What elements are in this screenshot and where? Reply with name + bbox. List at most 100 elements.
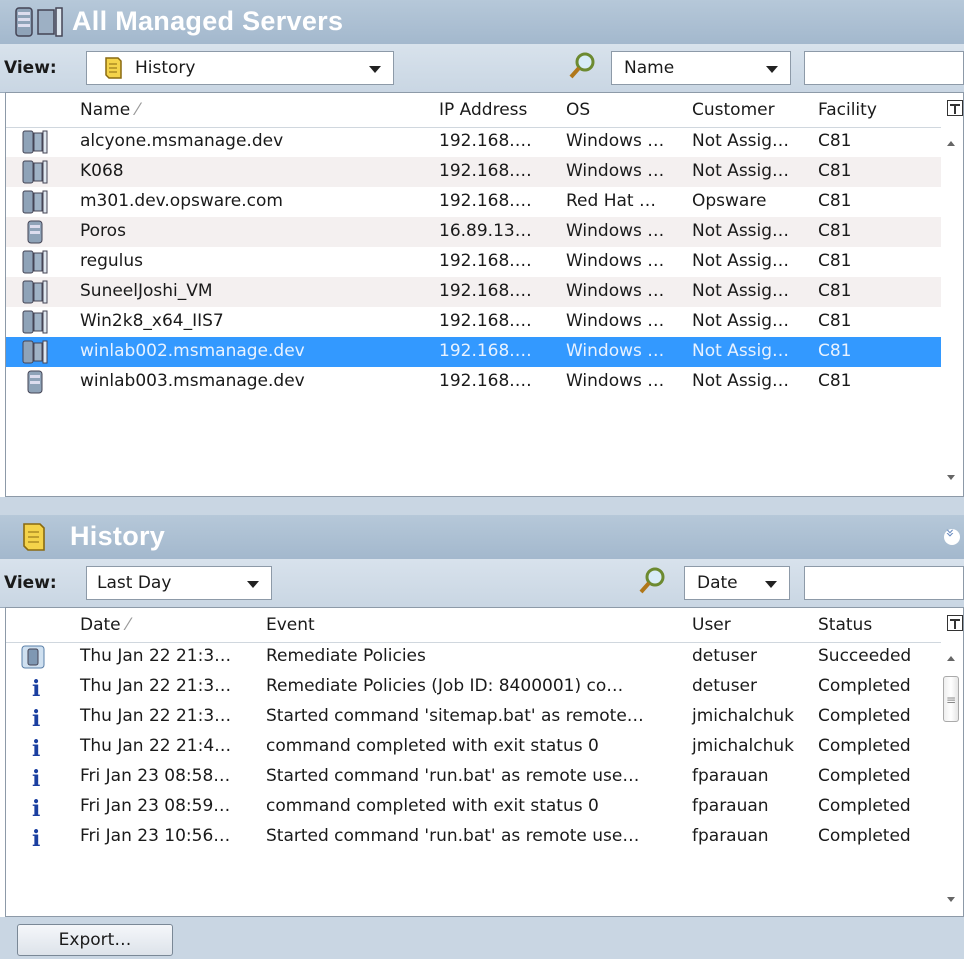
servers-view-bar: View: History Name <box>0 44 964 93</box>
server-stack-icon <box>22 310 48 334</box>
history-view-dropdown[interactable]: Last Day <box>86 566 272 600</box>
server-ip: 192.168.… <box>439 281 532 301</box>
server-name: alcyone.msmanage.dev <box>80 131 284 151</box>
server-customer: Not Assig… <box>692 371 790 391</box>
table-row[interactable]: Win2k8_x64_IIS7 192.168.… Windows … Not … <box>6 307 963 337</box>
servers-panel-title: All Managed Servers <box>72 6 344 36</box>
server-os: Windows … <box>566 281 665 301</box>
table-row[interactable]: Thu Jan 22 21:3… Remediate Policies detu… <box>6 642 963 672</box>
search-field-dropdown[interactable]: Name <box>611 51 791 85</box>
server-customer: Not Assig… <box>692 131 790 151</box>
server-single-icon <box>27 220 43 244</box>
history-user: detuser <box>692 676 757 696</box>
history-search-input[interactable] <box>804 566 964 600</box>
servers-icon <box>15 7 63 37</box>
table-row[interactable]: winlab003.msmanage.dev 192.168.… Windows… <box>6 367 963 397</box>
history-title-bar: History <box>0 515 964 559</box>
table-row-selected[interactable]: winlab002.msmanage.dev 192.168.… Windows… <box>6 337 941 367</box>
scroll-up-icon[interactable] <box>947 141 955 146</box>
search-input[interactable] <box>804 51 964 85</box>
column-header-os[interactable]: OS <box>566 100 590 120</box>
history-status: Completed <box>818 796 911 816</box>
server-name: Poros <box>80 221 126 241</box>
history-event: command completed with exit status 0 <box>266 736 599 756</box>
history-event: Started command 'run.bat' as remote use… <box>266 826 640 846</box>
history-user: fparauan <box>692 766 769 786</box>
table-row[interactable]: SuneelJoshi_VM 192.168.… Windows … Not A… <box>6 277 963 307</box>
server-customer: Not Assig… <box>692 311 790 331</box>
server-ip: 192.168.… <box>439 341 532 361</box>
table-row[interactable]: i Fri Jan 23 08:58… Started command 'run… <box>6 762 963 792</box>
search-icon[interactable] <box>636 565 668 597</box>
history-date: Thu Jan 22 21:4… <box>80 736 232 756</box>
server-facility: C81 <box>818 341 852 361</box>
chevron-down-icon <box>766 66 778 73</box>
column-header-user[interactable]: User <box>692 615 731 635</box>
server-name: winlab002.msmanage.dev <box>80 341 305 361</box>
server-facility: C81 <box>818 221 852 241</box>
server-facility: C81 <box>818 161 852 181</box>
history-search-field-dropdown[interactable]: Date <box>684 566 790 600</box>
table-row[interactable]: i Thu Jan 22 21:4… command completed wit… <box>6 732 963 762</box>
table-row[interactable]: m301.dev.opsware.com 192.168.… Red Hat …… <box>6 187 963 217</box>
column-header-facility[interactable]: Facility <box>818 100 877 120</box>
history-status: Completed <box>818 766 911 786</box>
server-customer: Not Assig… <box>692 221 790 241</box>
history-date: Fri Jan 23 08:59… <box>80 796 231 816</box>
export-button[interactable]: Export… <box>17 924 173 956</box>
history-user: fparauan <box>692 796 769 816</box>
server-os: Red Hat … <box>566 191 656 211</box>
history-event: Started command 'sitemap.bat' as remote… <box>266 706 644 726</box>
table-row[interactable]: regulus 192.168.… Windows … Not Assig… C… <box>6 247 963 277</box>
history-icon <box>23 523 45 551</box>
scroll-down-icon[interactable] <box>947 475 955 480</box>
history-status: Completed <box>818 676 911 696</box>
column-chooser-icon[interactable] <box>947 100 963 116</box>
scroll-up-icon[interactable] <box>947 656 955 661</box>
server-name: regulus <box>80 251 143 271</box>
server-facility: C81 <box>818 371 852 391</box>
server-customer: Not Assig… <box>692 341 790 361</box>
sort-indicator-icon: ⁄ <box>126 615 130 635</box>
column-header-customer[interactable]: Customer <box>692 100 775 120</box>
history-user: jmichalchuk <box>692 706 795 726</box>
table-row[interactable]: i Fri Jan 23 08:59… command completed wi… <box>6 792 963 822</box>
server-ip: 192.168.… <box>439 311 532 331</box>
panel-divider[interactable] <box>0 497 964 515</box>
servers-table: Name ⁄ IP Address OS Customer Facility al… <box>5 92 964 497</box>
table-row[interactable]: alcyone.msmanage.dev 192.168.… Windows …… <box>6 127 963 157</box>
server-os: Windows … <box>566 311 665 331</box>
scroll-thumb[interactable] <box>943 676 959 722</box>
history-footer: Export… <box>0 917 964 959</box>
history-scrollbar[interactable] <box>941 642 963 916</box>
column-header-ip[interactable]: IP Address <box>439 100 527 120</box>
column-header-event[interactable]: Event <box>266 615 315 635</box>
server-customer: Opsware <box>692 191 767 211</box>
server-stack-icon <box>22 160 48 184</box>
info-icon: i <box>32 826 41 852</box>
server-single-icon <box>27 370 43 394</box>
search-icon[interactable] <box>566 50 598 82</box>
table-row[interactable]: i Thu Jan 22 21:3… Started command 'site… <box>6 702 963 732</box>
table-row[interactable]: i Fri Jan 23 10:56… Started command 'run… <box>6 822 963 852</box>
table-row[interactable]: Poros 16.89.13… Windows … Not Assig… C81 <box>6 217 963 247</box>
server-name: m301.dev.opsware.com <box>80 191 283 211</box>
column-chooser-icon[interactable] <box>947 615 963 631</box>
column-header-date[interactable]: Date ⁄ <box>80 615 129 635</box>
server-ip: 192.168.… <box>439 371 532 391</box>
history-event: command completed with exit status 0 <box>266 796 599 816</box>
table-row[interactable]: K068 192.168.… Windows … Not Assig… C81 <box>6 157 963 187</box>
history-search-field-value: Date <box>697 573 738 593</box>
column-header-name[interactable]: Name ⁄ <box>80 100 139 120</box>
server-customer: Not Assig… <box>692 281 790 301</box>
collapse-icon[interactable] <box>944 529 960 545</box>
history-user: jmichalchuk <box>692 736 795 756</box>
server-facility: C81 <box>818 311 852 331</box>
column-header-status[interactable]: Status <box>818 615 872 635</box>
servers-scrollbar[interactable] <box>941 127 963 496</box>
table-row[interactable]: i Thu Jan 22 21:3… Remediate Policies (J… <box>6 672 963 702</box>
history-panel-title: History <box>70 521 166 551</box>
scroll-down-icon[interactable] <box>947 897 955 902</box>
view-dropdown[interactable]: History <box>86 51 394 85</box>
server-facility: C81 <box>818 191 852 211</box>
